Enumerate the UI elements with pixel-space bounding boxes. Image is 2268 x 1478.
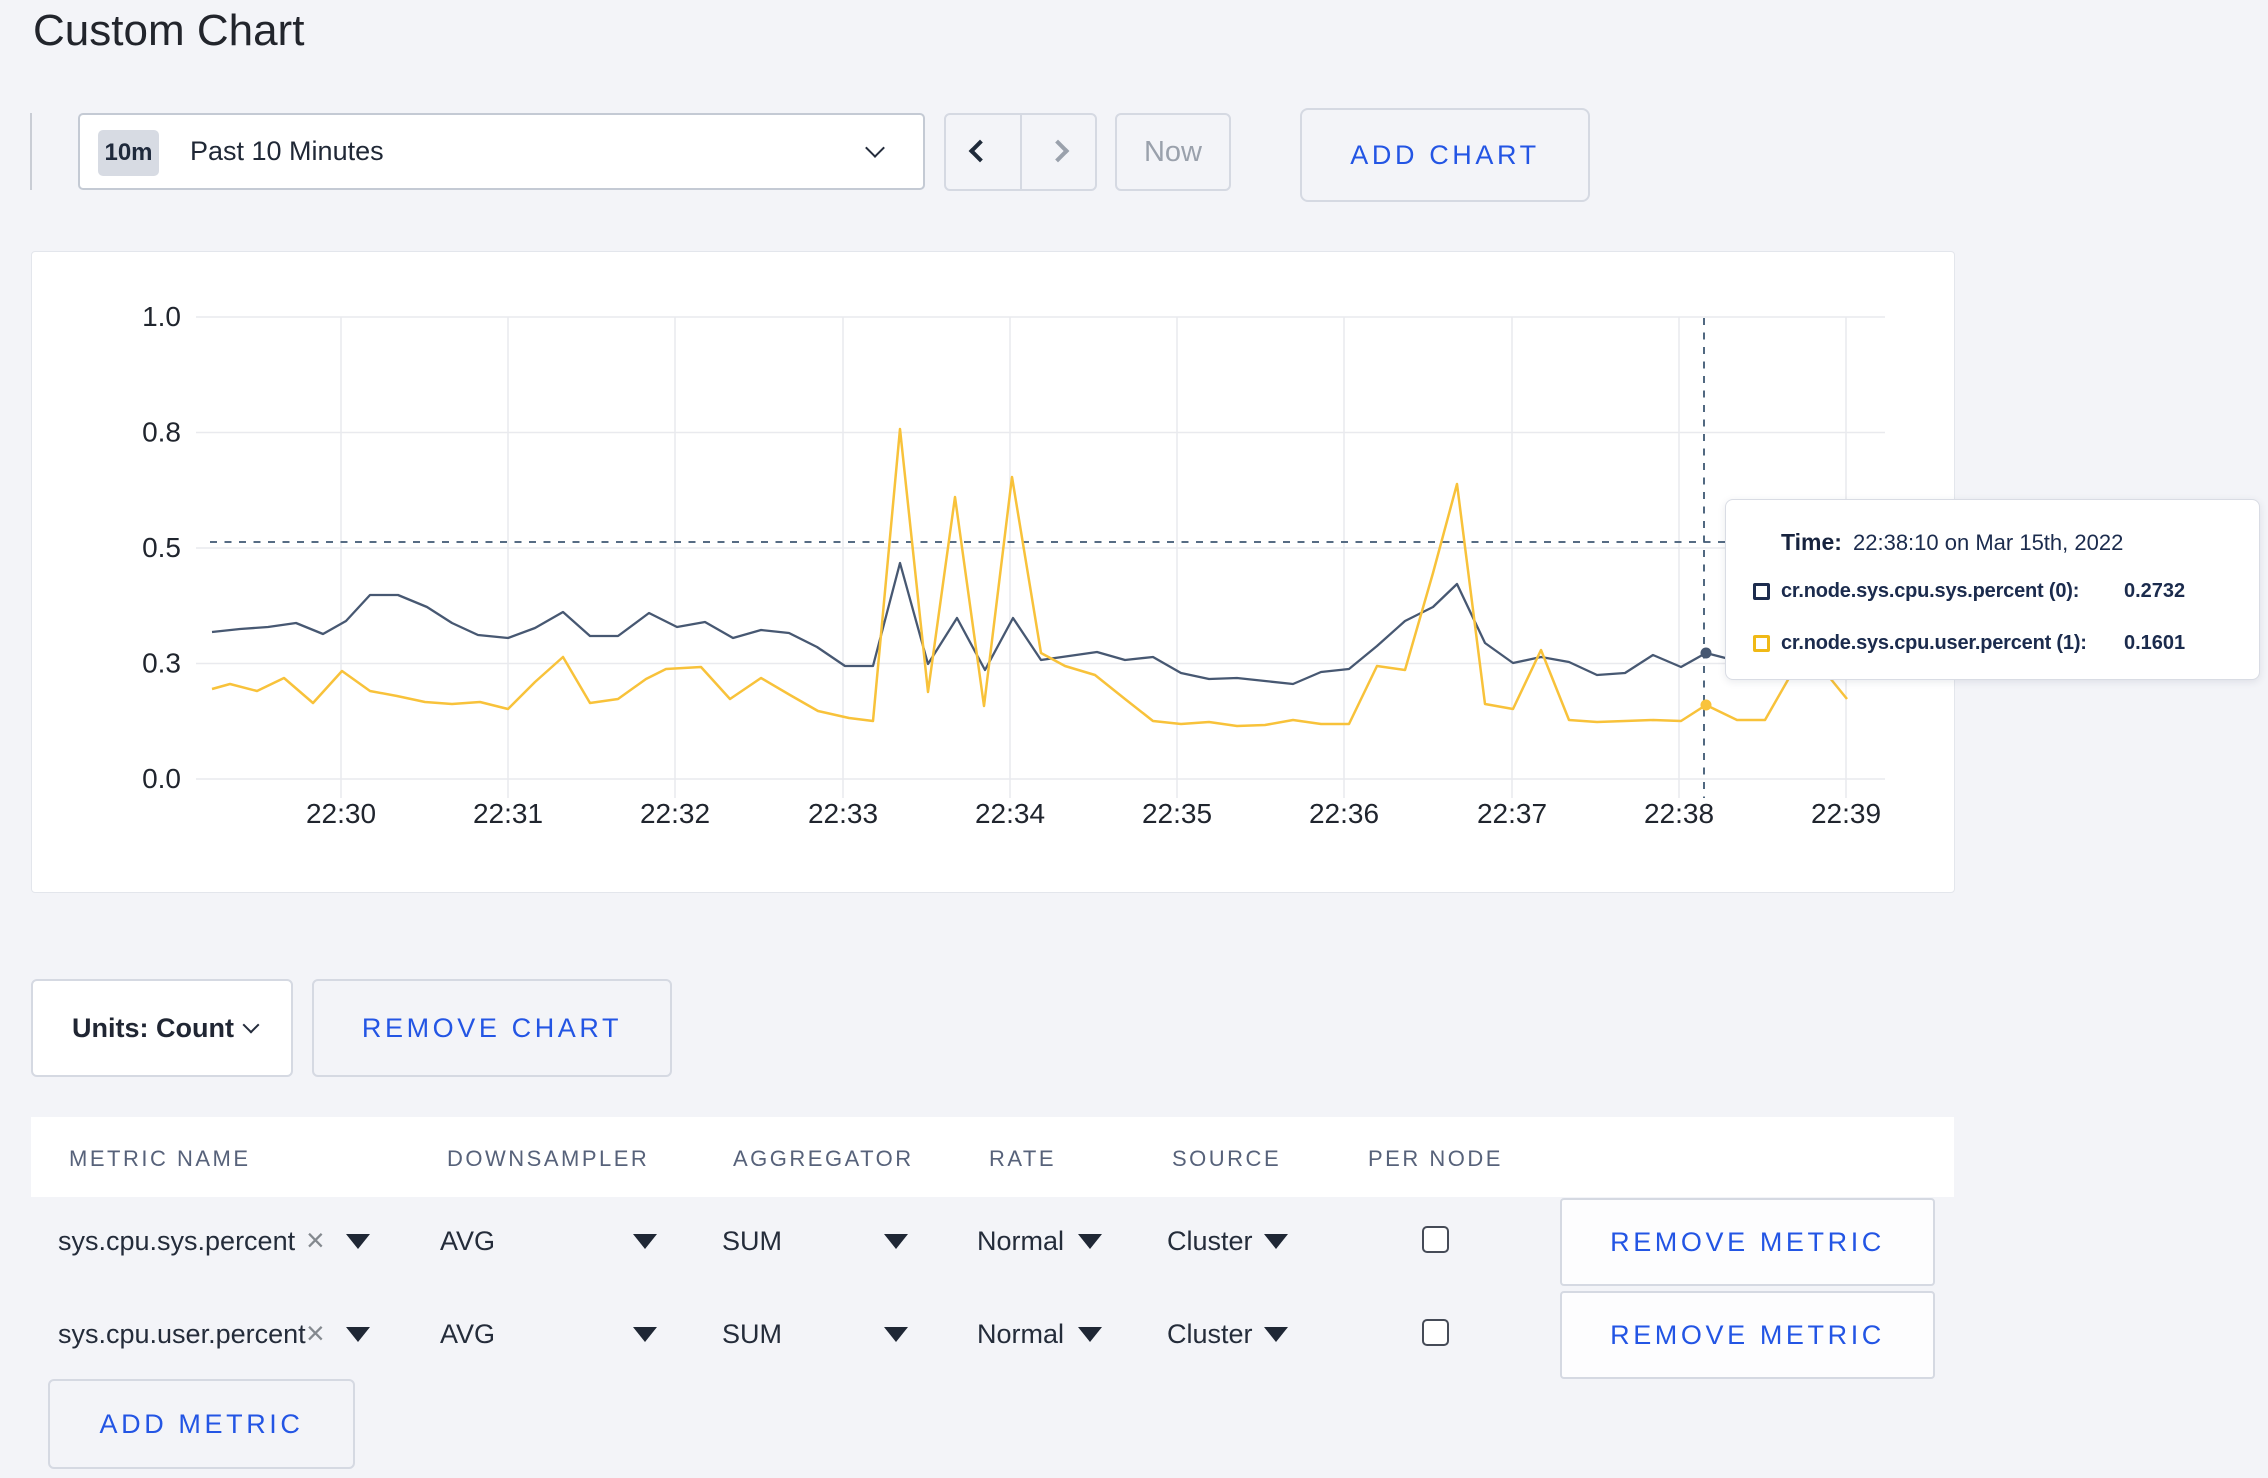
svg-text:0.0: 0.0 — [142, 763, 181, 794]
svg-text:1.0: 1.0 — [142, 301, 181, 332]
svg-text:22:39: 22:39 — [1811, 798, 1881, 829]
svg-text:0.3: 0.3 — [142, 648, 181, 679]
svg-text:0.8: 0.8 — [142, 417, 181, 448]
svg-text:22:30: 22:30 — [306, 798, 376, 829]
svg-text:22:37: 22:37 — [1477, 798, 1547, 829]
svg-text:22:34: 22:34 — [975, 798, 1045, 829]
svg-text:22:33: 22:33 — [808, 798, 878, 829]
svg-text:0.5: 0.5 — [142, 532, 181, 563]
svg-text:22:36: 22:36 — [1309, 798, 1379, 829]
svg-text:22:38: 22:38 — [1644, 798, 1714, 829]
svg-text:22:32: 22:32 — [640, 798, 710, 829]
svg-text:22:31: 22:31 — [473, 798, 543, 829]
svg-text:22:35: 22:35 — [1142, 798, 1212, 829]
